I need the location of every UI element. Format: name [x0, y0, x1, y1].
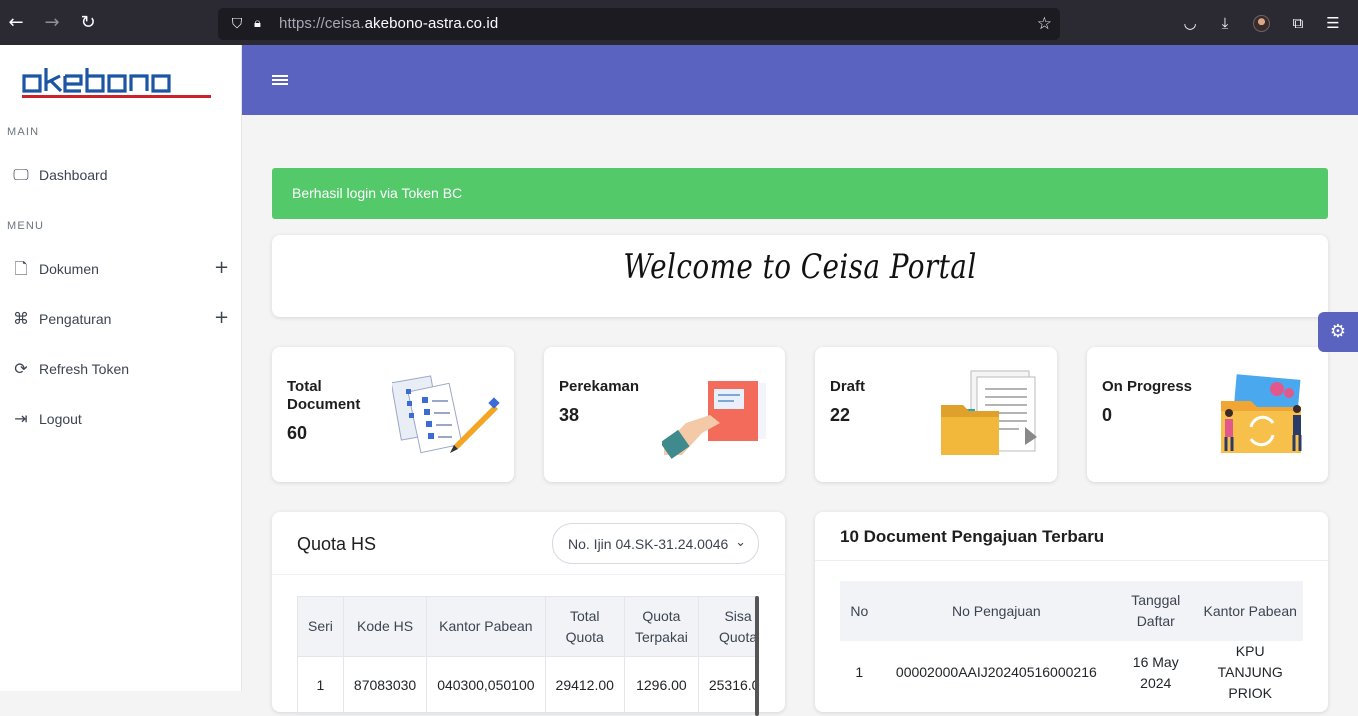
expand-plus-icon[interactable]: + — [214, 308, 229, 328]
success-alert: Berhasil login via Token BC — [272, 168, 1328, 219]
pocket-icon[interactable]: ◡ — [1180, 13, 1200, 33]
welcome-title: Welcome to Ceisa Portal — [623, 247, 977, 287]
sidebar-item-pengaturan[interactable]: ⌘ Pengaturan + — [0, 301, 242, 337]
exchange-folder-illustration-icon — [1221, 374, 1302, 453]
sidebar-item-label: Dokumen — [39, 261, 99, 277]
table-cell: 1 — [297, 656, 344, 715]
table-scrollbar[interactable] — [755, 596, 759, 716]
top-navbar — [242, 45, 1358, 115]
table-cell: 040300,050100 — [426, 656, 546, 715]
shield-icon[interactable]: ⛉ — [228, 15, 246, 33]
stat-label: Perekaman — [559, 378, 640, 395]
sidebar: MAIN 🖵︎ Dashboard MENU 🗋︎ Dokumen + ⌘ Pe… — [0, 45, 242, 691]
select-value: No. Ijin 04.SK-31.24.0046 — [568, 536, 729, 552]
address-bar[interactable]: ⛉ 🔒︎ https://ceisa.akebono-astra.co.id ☆ — [218, 8, 1060, 40]
sidebar-item-label: Pengaturan — [39, 311, 112, 327]
table-row[interactable]: 1 00002000AAIJ20240516000216 16 May 2024… — [840, 641, 1303, 704]
logout-icon: ⇥ — [14, 409, 28, 428]
card-divider — [815, 560, 1328, 561]
sidebar-item-dashboard[interactable]: 🖵︎ Dashboard — [0, 157, 242, 193]
url-text[interactable]: https://ceisa.akebono-astra.co.id — [279, 15, 498, 33]
table-header-row: Seri Kode HS Kantor Pabean Total Quota Q… — [297, 596, 759, 657]
chevron-down-icon: ⌄ — [735, 535, 746, 550]
column-header: Kantor Pabean — [426, 596, 546, 657]
stat-value: 22 — [830, 405, 851, 425]
alert-text: Berhasil login via Token BC — [292, 185, 463, 201]
quota-table: Seri Kode HS Kantor Pabean Total Quota Q… — [297, 596, 759, 715]
quota-title: Quota HS — [297, 534, 377, 554]
hamburger-menu-icon[interactable] — [272, 75, 288, 87]
column-header: Quota Terpakai — [623, 596, 699, 657]
stat-card-on-progress[interactable]: On Progress 0 — [1087, 347, 1328, 482]
checklist-illustration-icon — [392, 375, 500, 454]
table-cell: 29412.00 — [544, 656, 625, 715]
docs-title: 10 Document Pengajuan Terbaru — [840, 527, 1105, 546]
settings-gear-icon[interactable]: ⚙ — [1318, 312, 1358, 352]
table-cell: 1296.00 — [623, 656, 699, 715]
quota-hs-card: Quota HS No. Ijin 04.SK-31.24.0046 ⌄ Ser… — [272, 512, 785, 716]
column-header: Tanggal Daftar — [1114, 581, 1198, 641]
stat-card-draft[interactable]: Draft 22 — [815, 347, 1057, 482]
column-header: No Pengajuan — [878, 581, 1115, 641]
command-icon: ⌘ — [13, 309, 29, 328]
forward-arrow-icon[interactable]: → — [41, 12, 63, 34]
file-icon: 🗋︎ — [14, 259, 28, 278]
docs-table-wrapper: No No Pengajuan Tanggal Daftar Kantor Pa… — [840, 581, 1303, 711]
license-select[interactable]: No. Ijin 04.SK-31.24.0046 ⌄ — [552, 523, 759, 564]
quota-table-wrapper: Seri Kode HS Kantor Pabean Total Quota Q… — [297, 596, 759, 716]
table-header-row: No No Pengajuan Tanggal Daftar Kantor Pa… — [840, 581, 1303, 641]
table-cell: KPU TANJUNG PRIOK — [1217, 643, 1283, 701]
app-menu-icon[interactable]: ☰ — [1323, 13, 1343, 33]
download-icon[interactable]: ⤓ — [1215, 13, 1235, 33]
stat-card-total-document[interactable]: Total Document 60 — [272, 347, 514, 482]
section-label-menu: MENU — [7, 220, 45, 232]
documents-folder-illustration-icon — [941, 370, 1037, 455]
table-row[interactable]: 1 87083030 040300,050100 29412.00 1296.0… — [297, 656, 759, 715]
stat-label: On Progress — [1102, 378, 1193, 395]
browser-toolbar: ← → ↻ ⛉ 🔒︎ https://ceisa.akebono-astra.c… — [0, 0, 1358, 45]
welcome-card: Welcome to Ceisa Portal — [272, 235, 1328, 317]
sidebar-item-refresh-token[interactable]: ⟳ Refresh Token — [0, 351, 242, 387]
docs-table: No No Pengajuan Tanggal Daftar Kantor Pa… — [840, 581, 1303, 704]
sidebar-item-logout[interactable]: ⇥ Logout — [0, 401, 242, 437]
lock-icon[interactable]: 🔒︎ — [254, 15, 270, 33]
akebono-logo[interactable] — [21, 64, 213, 100]
table-cell: 00002000AAIJ20240516000216 — [895, 664, 1097, 680]
stat-card-perekaman[interactable]: Perekaman 38 — [544, 347, 785, 482]
table-cell: 87083030 — [342, 656, 428, 715]
column-header: Kode HS — [342, 596, 428, 657]
table-cell: 16 May 2024 — [1132, 653, 1179, 691]
account-avatar-icon[interactable] — [1253, 15, 1270, 32]
table-cell: 1 — [855, 664, 864, 680]
column-header: Sisa Quota — [697, 596, 759, 657]
stat-label: Draft — [830, 378, 866, 395]
section-label-main: MAIN — [7, 126, 40, 138]
sidebar-item-dokumen[interactable]: 🗋︎ Dokumen + — [0, 251, 242, 287]
column-header: Total Quota — [544, 596, 625, 657]
sidebar-item-label: Refresh Token — [39, 361, 130, 377]
back-arrow-icon[interactable]: ← — [5, 12, 27, 34]
url-prefix: https://ceisa. — [279, 15, 365, 32]
column-header: No — [840, 581, 879, 641]
expand-plus-icon[interactable]: + — [214, 258, 229, 278]
refresh-icon: ⟳ — [14, 359, 28, 378]
card-divider — [272, 574, 785, 575]
stat-label: Total Document — [287, 378, 361, 413]
folder-hand-illustration-icon — [662, 381, 766, 459]
table-cell: 25316.00 — [697, 656, 759, 715]
sidebar-item-label: Logout — [39, 411, 82, 427]
column-header: Kantor Pabean — [1197, 581, 1303, 641]
stat-value: 38 — [559, 405, 580, 425]
monitor-icon: 🖵︎ — [13, 165, 29, 184]
extensions-icon[interactable]: ⧉ — [1288, 13, 1308, 33]
url-domain: akebono-astra.co.id — [364, 15, 499, 32]
sidebar-item-label: Dashboard — [39, 167, 108, 183]
stat-value: 0 — [1102, 405, 1113, 425]
latest-documents-card: 10 Document Pengajuan Terbaru No No Peng… — [815, 512, 1328, 712]
column-header: Seri — [297, 596, 344, 657]
bookmark-star-icon[interactable]: ☆ — [1037, 14, 1052, 34]
stat-value: 60 — [287, 423, 308, 443]
reload-icon[interactable]: ↻ — [77, 12, 99, 34]
